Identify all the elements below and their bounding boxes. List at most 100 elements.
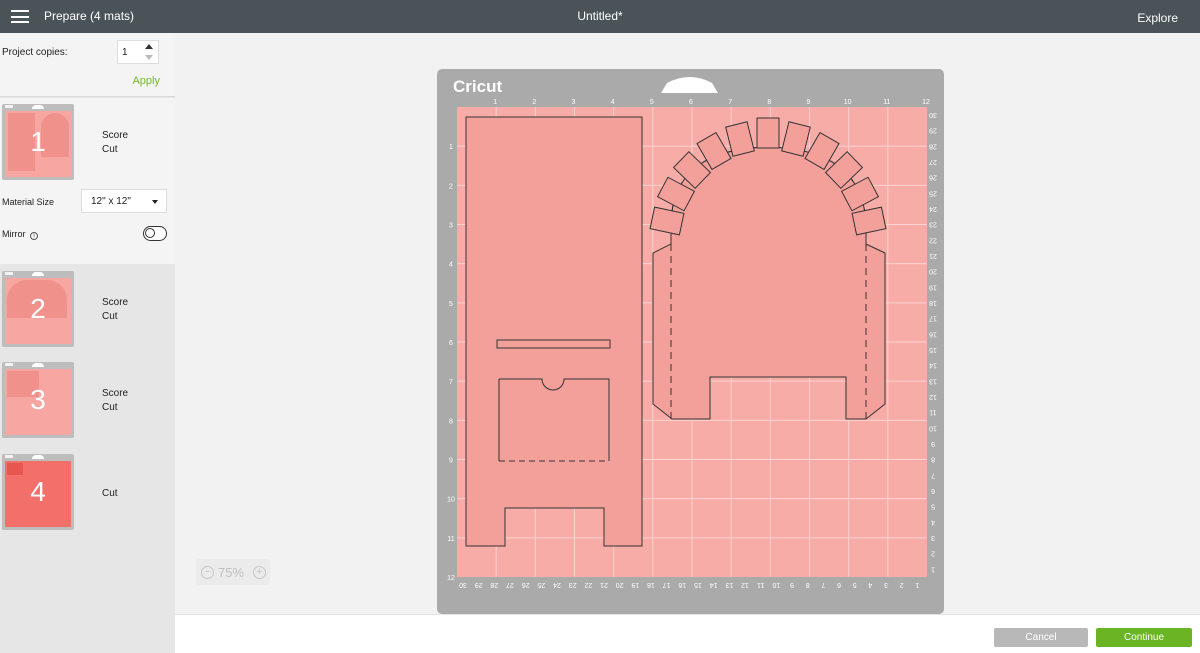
explore-link[interactable]: Explore [1137, 11, 1178, 25]
continue-button[interactable]: Continue [1096, 628, 1192, 647]
mat-thumbnail-1[interactable]: 1 [2, 104, 74, 180]
top-ruler-tick: 11 [883, 99, 890, 106]
top-ruler-tick: 9 [807, 99, 811, 106]
design-piece-tall-panel[interactable] [465, 116, 643, 547]
material-size-label: Material Size [2, 197, 55, 207]
right-ruler-tick: 27 [929, 158, 937, 165]
right-ruler-tick: 21 [929, 252, 937, 259]
right-ruler-tick: 30 [929, 111, 937, 118]
stepper-down-icon[interactable] [145, 55, 153, 60]
right-ruler-tick: 8 [931, 456, 935, 463]
right-ruler-tick: 15 [929, 346, 937, 353]
mat-sidebar: Project copies: 1 Apply 1 Score Cut Mate… [0, 33, 175, 653]
project-name: Untitled* [577, 9, 623, 23]
bottom-ruler-tick: 16 [678, 581, 686, 588]
mat-ops-1: Score Cut [102, 129, 128, 157]
zoom-in-icon[interactable]: + [253, 566, 266, 579]
cricut-logo-icon [5, 363, 13, 366]
right-ruler-tick: 26 [929, 174, 937, 181]
info-icon[interactable]: i [30, 232, 39, 240]
cricut-logo-icon [5, 272, 13, 275]
project-copies-input[interactable]: 1 [122, 47, 128, 58]
right-ruler-tick: 18 [929, 299, 937, 306]
bottom-ruler-tick: 24 [553, 581, 561, 588]
top-ruler-tick: 1 [493, 99, 497, 106]
left-ruler-tick: 12 [447, 575, 455, 582]
bottom-ruler-tick: 12 [741, 581, 749, 588]
right-ruler-tick: 2 [931, 550, 935, 557]
right-ruler-tick: 3 [931, 534, 935, 541]
top-header: Prepare (4 mats) Untitled* Explore [0, 0, 1200, 33]
mat-handle-icon [32, 105, 44, 109]
mirror-label-text: Mirror [2, 229, 26, 239]
right-ruler-tick: 28 [929, 142, 937, 149]
bottom-ruler-tick: 8 [806, 581, 810, 588]
mat-ops-3: Score Cut [102, 387, 128, 415]
bottom-ruler-tick: 21 [600, 581, 608, 588]
mat-preview: Cricut 1 2 3 4 5 6 7 8 9 10 11 12 123456789101112 3… [437, 69, 944, 614]
zoom-out-icon[interactable]: − [201, 566, 214, 579]
toggle-knob [145, 228, 155, 238]
top-ruler-tick: 12 [922, 99, 930, 106]
design-slot [496, 339, 611, 349]
left-ruler-tick: 5 [449, 301, 453, 308]
mat-op-cut: Cut [102, 144, 118, 155]
material-size-select[interactable]: 12" x 12" [81, 189, 167, 213]
zoom-control: − 75% + [196, 559, 270, 585]
right-ruler-tick: 23 [929, 221, 937, 228]
mat-thumbnail-2[interactable]: 2 [2, 271, 74, 347]
mat-number: 2 [30, 293, 46, 324]
mat-number: 4 [30, 476, 46, 507]
mat-thumbnail-3[interactable]: 3 [2, 362, 74, 438]
top-ruler-tick: 8 [767, 99, 771, 106]
left-ruler-tick: 3 [449, 223, 453, 230]
cricut-logo-icon [5, 105, 13, 108]
top-ruler-tick: 2 [532, 99, 536, 106]
hamburger-menu-icon[interactable] [11, 10, 29, 23]
right-ruler-tick: 5 [931, 503, 935, 510]
right-ruler-tick: 29 [929, 127, 937, 134]
bottom-ruler-tick: 2 [900, 581, 904, 588]
right-ruler-tick: 25 [929, 189, 937, 196]
left-ruler-tick: 9 [449, 458, 453, 465]
mat-handle-icon [32, 363, 44, 367]
right-ruler-tick: 17 [929, 315, 937, 322]
mirror-toggle[interactable] [143, 226, 167, 241]
mat-handle-icon [32, 272, 44, 276]
right-ruler-tick: 19 [929, 283, 937, 290]
footer-bar: Cancel Continue [175, 614, 1200, 653]
bottom-ruler-tick: 25 [537, 581, 545, 588]
zoom-level: 75% [218, 565, 245, 580]
mat-ops-4: Cut [102, 487, 118, 501]
bottom-ruler-tick: 1 [915, 581, 919, 588]
apply-button[interactable]: Apply [132, 75, 160, 87]
cricut-logo: Cricut [453, 77, 502, 96]
mat-op-cut: Cut [102, 311, 118, 322]
bottom-ruler-tick: 15 [694, 581, 702, 588]
mat-op-cut: Cut [102, 488, 118, 499]
mat-thumbnail-4[interactable]: 4 [2, 454, 74, 530]
top-ruler-tick: 10 [844, 99, 852, 106]
mat-op-score: Score [102, 388, 129, 399]
left-ruler-tick: 2 [449, 183, 453, 190]
bottom-ruler-tick: 10 [772, 581, 780, 588]
top-ruler-tick: 3 [572, 99, 576, 106]
mat-ops-2: Score Cut [102, 296, 128, 324]
bottom-ruler-tick: 17 [663, 581, 671, 588]
bottom-ruler-tick: 23 [569, 581, 577, 588]
right-ruler-tick: 12 [929, 393, 937, 400]
bottom-ruler-tick: 18 [647, 581, 655, 588]
project-copies-row: Project copies: 1 Apply [0, 33, 175, 97]
bottom-ruler-tick: 6 [837, 581, 841, 588]
stepper-up-icon[interactable] [145, 44, 153, 49]
cancel-button[interactable]: Cancel [994, 628, 1088, 647]
bottom-ruler-tick: 29 [475, 581, 483, 588]
right-ruler-tick: 1 [931, 565, 935, 572]
right-ruler-tick: 13 [929, 377, 937, 384]
page-title: Prepare (4 mats) [44, 9, 135, 23]
top-ruler-tick: 6 [689, 99, 693, 106]
mat-number: 1 [30, 126, 46, 157]
right-ruler-tick: 9 [931, 440, 935, 447]
mat-op-score: Score [102, 130, 129, 141]
project-copies-stepper[interactable]: 1 [117, 40, 159, 64]
